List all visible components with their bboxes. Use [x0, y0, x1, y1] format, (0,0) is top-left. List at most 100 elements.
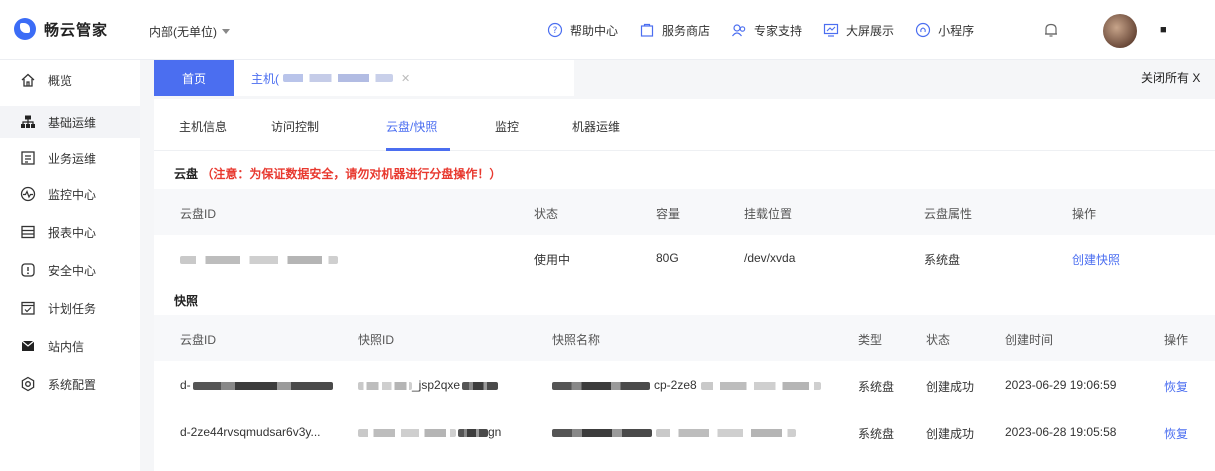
- column-header: 创建时间: [1005, 333, 1054, 347]
- disk-warning: （注意：为保证数据安全，请勿对机器进行分盘操作！）: [201, 167, 502, 181]
- sidebar-item-label: 系统配置: [48, 377, 97, 392]
- help-center-link[interactable]: ? 帮助中心: [546, 21, 618, 39]
- sidebar-item-report-center[interactable]: 报表中心: [0, 216, 140, 248]
- logo-icon: [14, 18, 36, 40]
- disk-id-text: d-2ze44rvsqmudsar6v3y...: [180, 425, 321, 439]
- tab-host-label: 主机(: [251, 71, 279, 86]
- sidebar-item-system-config[interactable]: 系统配置: [0, 368, 140, 400]
- create-snapshot-link[interactable]: 创建快照: [1072, 251, 1120, 268]
- snapshot-time-cell: 2023-06-28 19:05:58: [1005, 425, 1117, 439]
- sidebar-item-inbox[interactable]: 站内信: [0, 330, 140, 362]
- chevron-down-icon: [222, 29, 230, 34]
- snapshot-type-cell: 系统盘: [858, 380, 895, 394]
- sidebar-item-scheduled-tasks[interactable]: 计划任务: [0, 292, 140, 324]
- close-icon[interactable]: ✕: [401, 72, 410, 85]
- expert-support-link[interactable]: 专家支持: [730, 21, 802, 39]
- mini-program-link[interactable]: 小程序: [914, 21, 974, 39]
- redacted-text: [458, 428, 488, 437]
- sidebar-item-label: 报表中心: [48, 225, 97, 240]
- disk-table-header: 云盘ID 状态 容量 挂载位置 云盘属性 操作: [154, 189, 1215, 235]
- security-icon: [20, 262, 36, 278]
- disk-id-cell: [180, 252, 338, 266]
- redacted-text: [700, 381, 821, 390]
- big-screen-link[interactable]: 大屏展示: [822, 21, 894, 39]
- disk-attr-cell: 系统盘: [924, 253, 961, 267]
- app-name: 畅云管家: [44, 21, 109, 39]
- redacted-host-name: [283, 74, 393, 82]
- tab-host-info[interactable]: 主机信息: [179, 118, 227, 135]
- main-panel: 主机信息 访问控制 云盘/快照 监控 机器运维 云盘 （注意：为保证数据安全，请…: [154, 99, 1215, 471]
- miniapp-icon: [914, 21, 932, 39]
- disk-title: 云盘: [174, 167, 199, 181]
- sidebar-item-label: 计划任务: [48, 301, 97, 316]
- svg-text:?: ?: [553, 26, 558, 36]
- settings-icon: [20, 376, 36, 392]
- snapshot-id-cell: _jsp2qxe: [358, 378, 499, 392]
- sidebar-item-label: 安全中心: [48, 263, 97, 278]
- redacted-text: [552, 428, 652, 437]
- store-icon: [638, 21, 656, 39]
- snapshot-id-cell: gn: [358, 425, 501, 439]
- close-all-tabs-button[interactable]: 关闭所有 X: [1141, 69, 1200, 86]
- unit-selector[interactable]: 内部(无单位): [149, 23, 230, 40]
- column-header: 容量: [656, 207, 681, 221]
- tab-disk-snapshot[interactable]: 云盘/快照: [386, 118, 437, 135]
- sidebar-item-overview[interactable]: 概览: [0, 64, 140, 96]
- user-name[interactable]: ■: [1160, 24, 1167, 36]
- help-icon: ?: [546, 21, 564, 39]
- ops-icon: [20, 114, 36, 130]
- unit-selector-value: 内部(无单位): [149, 25, 217, 39]
- sidebar-item-basic-ops[interactable]: 基础运维: [0, 106, 140, 138]
- restore-link[interactable]: 恢复: [1164, 425, 1188, 442]
- avatar[interactable]: [1103, 14, 1137, 48]
- snapshot-id-suffix: gn: [488, 425, 502, 439]
- tab-home[interactable]: 首页: [154, 60, 234, 96]
- sidebar-item-label: 监控中心: [48, 187, 97, 202]
- disk-section-title: 云盘 （注意：为保证数据安全，请勿对机器进行分盘操作！）: [174, 165, 501, 182]
- snapshot-type-cell: 系统盘: [858, 427, 895, 441]
- sidebar-item-business-ops[interactable]: 业务运维: [0, 142, 140, 174]
- top-bar: 畅云管家 内部(无单位) ? 帮助中心 服务商店 专家支持 大屏展示 小程序 ■: [0, 0, 1215, 60]
- redacted-text: [358, 381, 412, 390]
- disk-mount-cell: /dev/xvda: [744, 251, 796, 265]
- sidebar-item-monitor-center[interactable]: 监控中心: [0, 178, 140, 210]
- sidebar-item-security-center[interactable]: 安全中心: [0, 254, 140, 286]
- column-header: 操作: [1072, 207, 1097, 221]
- sidebar-item-label: 基础运维: [48, 115, 97, 130]
- support-icon: [730, 21, 748, 39]
- redacted-text: [656, 428, 796, 437]
- app-logo[interactable]: 畅云管家: [14, 18, 108, 40]
- expert-support-label: 专家支持: [754, 23, 803, 38]
- redacted-text: [552, 381, 650, 390]
- disk-status-cell: 使用中: [534, 253, 571, 267]
- snapshot-time-cell: 2023-06-29 19:06:59: [1005, 378, 1117, 392]
- business-icon: [20, 150, 36, 166]
- tab-monitoring[interactable]: 监控: [495, 118, 519, 135]
- column-header: 快照ID: [358, 333, 395, 347]
- snapshot-table-header: 云盘ID 快照ID 快照名称 类型 状态 创建时间 操作: [154, 315, 1215, 361]
- top-links: ? 帮助中心 服务商店 专家支持 大屏展示 小程序: [546, 18, 994, 42]
- restore-link[interactable]: 恢复: [1164, 378, 1188, 395]
- snapshot-disk-id-cell: d-2ze44rvsqmudsar6v3y...: [180, 425, 321, 439]
- column-header: 云盘ID: [180, 207, 217, 221]
- monitor-icon: [20, 186, 36, 202]
- tab-host[interactable]: 主机( ✕: [234, 60, 574, 96]
- active-tab-indicator: [386, 148, 450, 151]
- column-header: 快照名称: [552, 333, 601, 347]
- tab-access-control[interactable]: 访问控制: [271, 118, 319, 135]
- home-icon: [20, 72, 36, 88]
- snapshot-name-cell: [552, 425, 796, 439]
- snapshot-disk-id-cell: d-: [180, 378, 333, 392]
- task-icon: [20, 300, 36, 316]
- snapshot-name-fragment: cp-2ze8: [654, 378, 697, 392]
- snapshot-status-cell: 创建成功: [926, 380, 975, 394]
- bell-icon[interactable]: [1042, 21, 1060, 39]
- tab-machine-ops[interactable]: 机器运维: [572, 118, 620, 135]
- sidebar-item-label: 概览: [48, 73, 73, 88]
- big-screen-label: 大屏展示: [846, 23, 895, 38]
- service-store-link[interactable]: 服务商店: [638, 21, 710, 39]
- snapshot-name-cell: cp-2ze8: [552, 378, 821, 392]
- column-header: 状态: [926, 333, 951, 347]
- redacted-text: [358, 428, 456, 437]
- help-center-label: 帮助中心: [570, 23, 619, 38]
